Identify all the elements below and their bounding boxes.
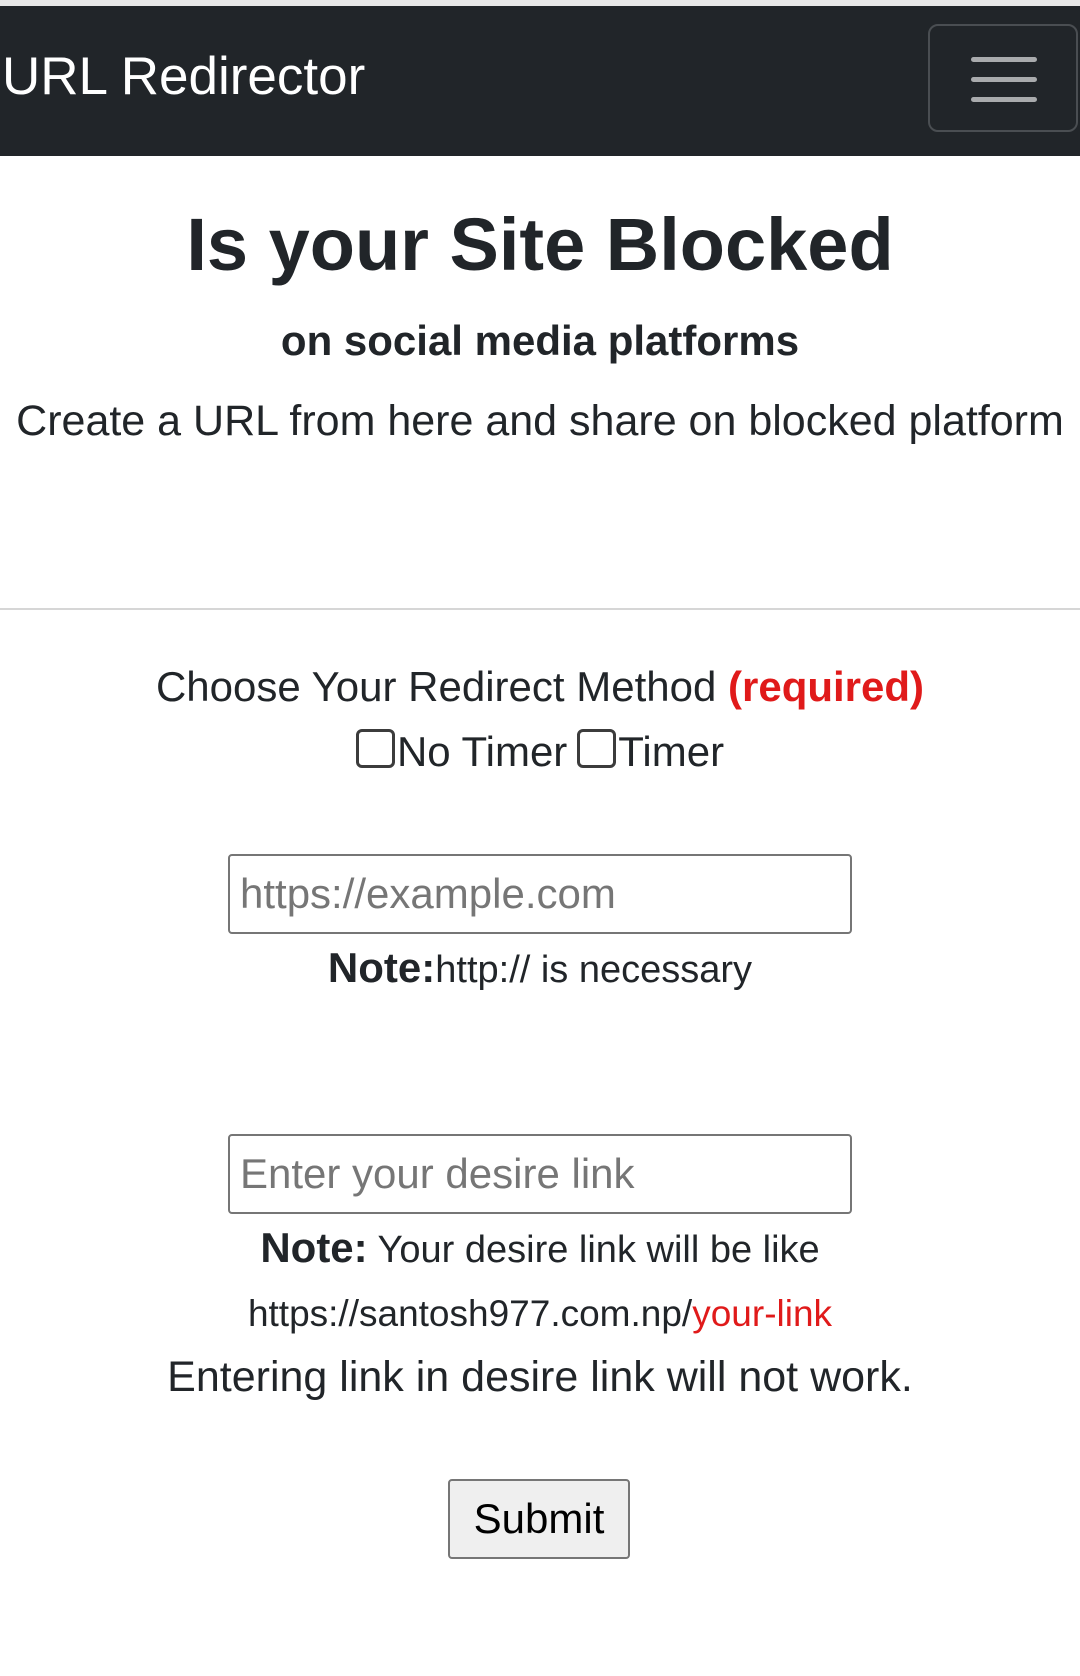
lead-text: Create a URL from here and share on bloc… [16, 397, 1064, 445]
example-link: https://santosh977.com.np/your-link [0, 1288, 1080, 1340]
desire-link-input[interactable] [228, 1134, 852, 1214]
redirect-method-options: No Timer Timer [0, 722, 1080, 779]
brand-title[interactable]: URL Redirector [2, 46, 365, 108]
url-note-bold: Note: [327, 944, 436, 991]
no-timer-label[interactable]: No Timer [397, 728, 567, 775]
example-link-prefix: https://santosh977.com.np/ [247, 1293, 693, 1334]
url-note-text: http:// is necessary [435, 949, 753, 991]
link-note: Note: Your desire link will be like [0, 1222, 1080, 1276]
page-title: Is your Site Blocked [186, 203, 894, 286]
timer-label[interactable]: Timer [618, 728, 724, 775]
option-no-timer[interactable]: No Timer [355, 725, 567, 779]
redirect-method-label: Choose Your Redirect Method (required) [0, 660, 1080, 714]
option-timer[interactable]: Timer [577, 725, 724, 779]
navbar: URL Redirector [0, 6, 1080, 156]
no-timer-checkbox[interactable] [355, 728, 395, 768]
url-input[interactable] [228, 854, 852, 934]
navbar-toggler-button[interactable] [928, 24, 1078, 132]
link-note-bold: Note: [260, 1224, 368, 1271]
submit-button[interactable]: Submit [448, 1479, 630, 1559]
divider [0, 608, 1080, 610]
required-label: (required) [728, 663, 925, 710]
url-note: Note:http:// is necessary [0, 942, 1080, 996]
timer-checkbox[interactable] [577, 728, 617, 768]
method-label-text: Choose Your Redirect Method [155, 663, 717, 710]
page-subtitle: on social media platforms [280, 317, 800, 364]
warning-text: Entering link in desire link will not wo… [167, 1353, 913, 1401]
example-link-suffix: your-link [692, 1293, 833, 1334]
link-note-text: Your desire link will be like [367, 1229, 820, 1271]
